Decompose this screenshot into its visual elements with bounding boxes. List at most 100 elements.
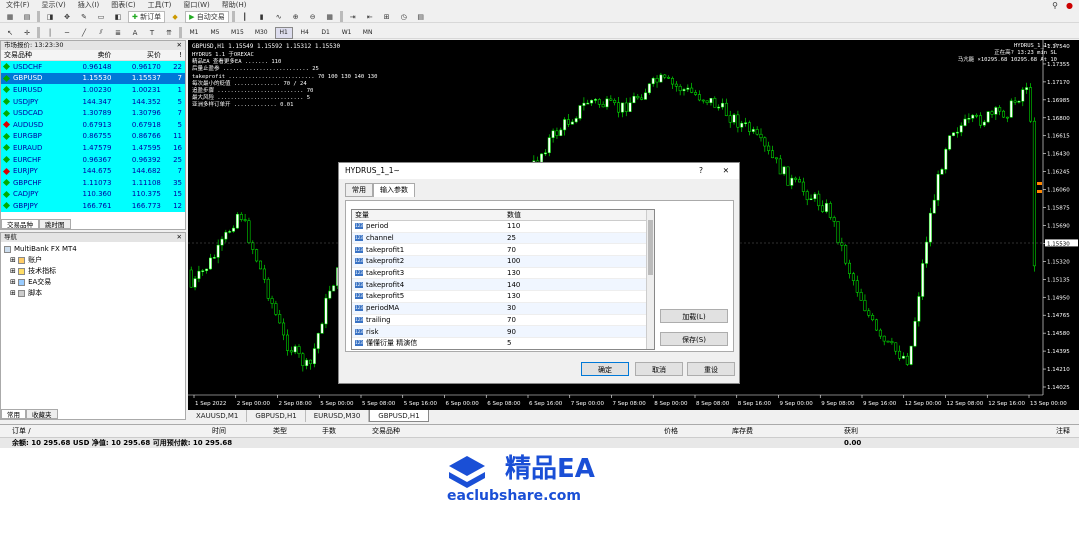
quote-row[interactable]: GBPCHF 1.11073 1.11108 35 (1, 176, 185, 189)
cancel-button[interactable]: 取消 (635, 362, 683, 376)
tester-icon[interactable]: ◧ (111, 11, 125, 23)
menu-view[interactable]: 显示(V) (36, 0, 72, 10)
input-param-row[interactable]: 123 risk 90 (352, 325, 646, 338)
autoscroll-icon[interactable]: ⇥ (346, 11, 360, 23)
quote-row[interactable]: USDJPY 144.347 144.352 5 (1, 95, 185, 108)
input-param-row[interactable]: 123 懂懂衍量 精演信 5 (352, 337, 646, 349)
tab-symbols[interactable]: 交易品种 (1, 219, 39, 229)
input-param-row[interactable]: 123 takeprofit4 140 (352, 278, 646, 292)
timeframe-mn[interactable]: MN (359, 27, 377, 39)
notification-icon[interactable]: ● (1066, 1, 1073, 10)
param-value[interactable]: 30 (504, 302, 646, 315)
terminal-icon[interactable]: ▭ (94, 11, 108, 23)
label-icon[interactable]: T (145, 27, 159, 39)
param-value[interactable]: 110 (504, 220, 646, 233)
quote-row[interactable]: GBPUSD 1.15530 1.15537 7 (1, 72, 185, 85)
col-bid[interactable]: 卖价 (65, 50, 115, 61)
periods-icon[interactable]: ◷ (397, 11, 411, 23)
input-param-row[interactable]: 123 takeprofit3 130 (352, 267, 646, 280)
close-icon[interactable]: ✕ (723, 163, 729, 179)
tab-inputs[interactable]: 输入参数 (373, 183, 415, 197)
timeframe-m1[interactable]: M1 (185, 27, 203, 39)
help-icon[interactable]: ? (699, 163, 703, 179)
navigator-item-indicators[interactable]: ⊞ 技术指标 (4, 266, 182, 277)
timeframe-m15[interactable]: M15 (227, 27, 248, 39)
fibonacci-icon[interactable]: ≣ (111, 27, 125, 39)
indicators-icon[interactable]: ⊞ (380, 11, 394, 23)
vertical-line-icon[interactable]: │ (43, 27, 57, 39)
quote-row[interactable]: EURCHF 0.96367 0.96392 25 (1, 153, 185, 166)
param-value[interactable]: 90 (504, 325, 646, 338)
input-param-row[interactable]: 123 channel 25 (352, 232, 646, 245)
quote-row[interactable]: USDCAD 1.30789 1.30796 7 (1, 107, 185, 119)
quote-row[interactable]: AUDUSD 0.67913 0.67918 5 (1, 118, 185, 131)
param-value[interactable]: 100 (504, 255, 646, 268)
navigator-item-experts[interactable]: ⊞ EA交易 (4, 277, 182, 288)
timeframe-m30[interactable]: M30 (251, 27, 272, 39)
col-profit[interactable]: 获利 (844, 425, 858, 437)
input-param-row[interactable]: 123 trailing 70 (352, 314, 646, 327)
chart-tab[interactable]: XAUUSD,M1 (188, 410, 248, 422)
navigator-item-scripts[interactable]: ⊞ 脚本 (4, 288, 182, 299)
reset-button[interactable]: 重设 (687, 362, 735, 376)
cursor-icon[interactable]: ↖ (3, 27, 17, 39)
input-param-row[interactable]: 123 periodMA 30 (352, 302, 646, 315)
chart-tab[interactable]: GBPUSD,H1 (247, 410, 306, 422)
navigator-icon[interactable]: ✎ (77, 11, 91, 23)
data-window-icon[interactable]: ✥ (60, 11, 74, 23)
menu-window[interactable]: 窗口(W) (177, 0, 215, 10)
col-spread[interactable]: ! (163, 50, 185, 61)
param-value[interactable]: 70 (504, 243, 646, 257)
param-value[interactable]: 70 (504, 314, 646, 327)
chart-tab[interactable]: EURUSD,M30 (306, 410, 370, 422)
quote-row[interactable]: EURUSD 1.00230 1.00231 1 (1, 84, 185, 96)
new-order-button[interactable]: ✚ 新订单 (128, 10, 166, 23)
param-value[interactable]: 25 (504, 232, 646, 245)
profiles-icon[interactable]: ▤ (20, 11, 34, 23)
menu-tools[interactable]: 工具(T) (142, 0, 178, 10)
timeframe-w1[interactable]: W1 (338, 27, 356, 39)
param-value[interactable]: 5 (504, 337, 646, 349)
input-param-row[interactable]: 123 takeprofit2 100 (352, 255, 646, 268)
col-ask[interactable]: 买价 (114, 50, 164, 61)
navigator-root[interactable]: MultiBank FX MT4 (4, 244, 182, 255)
text-icon[interactable]: A (128, 27, 142, 39)
col-price[interactable]: 价格 (664, 425, 678, 437)
line-chart-icon[interactable]: ∿ (272, 11, 286, 23)
menu-help[interactable]: 帮助(H) (216, 0, 253, 10)
col-swap[interactable]: 库存费 (732, 425, 753, 437)
channel-icon[interactable]: ⫽ (94, 27, 108, 39)
param-value[interactable]: 140 (504, 278, 646, 292)
timeframe-m5[interactable]: M5 (206, 27, 224, 39)
timeframe-h1[interactable]: H1 (274, 26, 293, 39)
tab-tick-chart[interactable]: 跳时图 (39, 219, 71, 229)
input-param-row[interactable]: 123 takeprofit5 130 (352, 290, 646, 303)
tab-common[interactable]: 常用 (345, 183, 373, 197)
param-value[interactable]: 130 (504, 267, 646, 280)
timeframe-d1[interactable]: D1 (317, 27, 335, 39)
timeframe-h4[interactable]: H4 (296, 27, 314, 39)
arrows-icon[interactable]: ⇈ (162, 27, 176, 39)
save-button[interactable]: 保存(S) (660, 332, 728, 346)
chart-shift-icon[interactable]: ⇤ (363, 11, 377, 23)
bar-chart-icon[interactable]: ┃ (238, 11, 252, 23)
scrollbar-thumb[interactable] (648, 220, 653, 275)
market-watch-icon[interactable]: ◨ (43, 11, 57, 23)
load-button[interactable]: 加载(L) (660, 309, 728, 323)
zoom-in-icon[interactable]: ⊕ (289, 11, 303, 23)
auto-trading-button[interactable]: ▶ 自动交易 (185, 10, 229, 23)
tab-favorites[interactable]: 收藏夹 (26, 409, 58, 419)
trendline-icon[interactable]: ╱ (77, 27, 91, 39)
col-comment[interactable]: 注释 (1056, 425, 1070, 437)
col-symbol[interactable]: 交易品种 (372, 425, 400, 437)
zoom-out-icon[interactable]: ⊖ (306, 11, 320, 23)
crosshair-icon[interactable]: ✛ (20, 27, 34, 39)
menu-chart[interactable]: 图表(C) (105, 0, 141, 10)
col-type[interactable]: 类型 (273, 425, 287, 437)
chart-tab-active[interactable]: GBPUSD,H1 (369, 410, 429, 422)
param-value[interactable]: 130 (504, 290, 646, 303)
col-time[interactable]: 时间 (212, 425, 226, 437)
search-icon[interactable]: ⚲ (1052, 1, 1058, 10)
metaeditor-icon[interactable]: ◆ (168, 11, 182, 23)
scrollbar[interactable] (646, 210, 654, 349)
